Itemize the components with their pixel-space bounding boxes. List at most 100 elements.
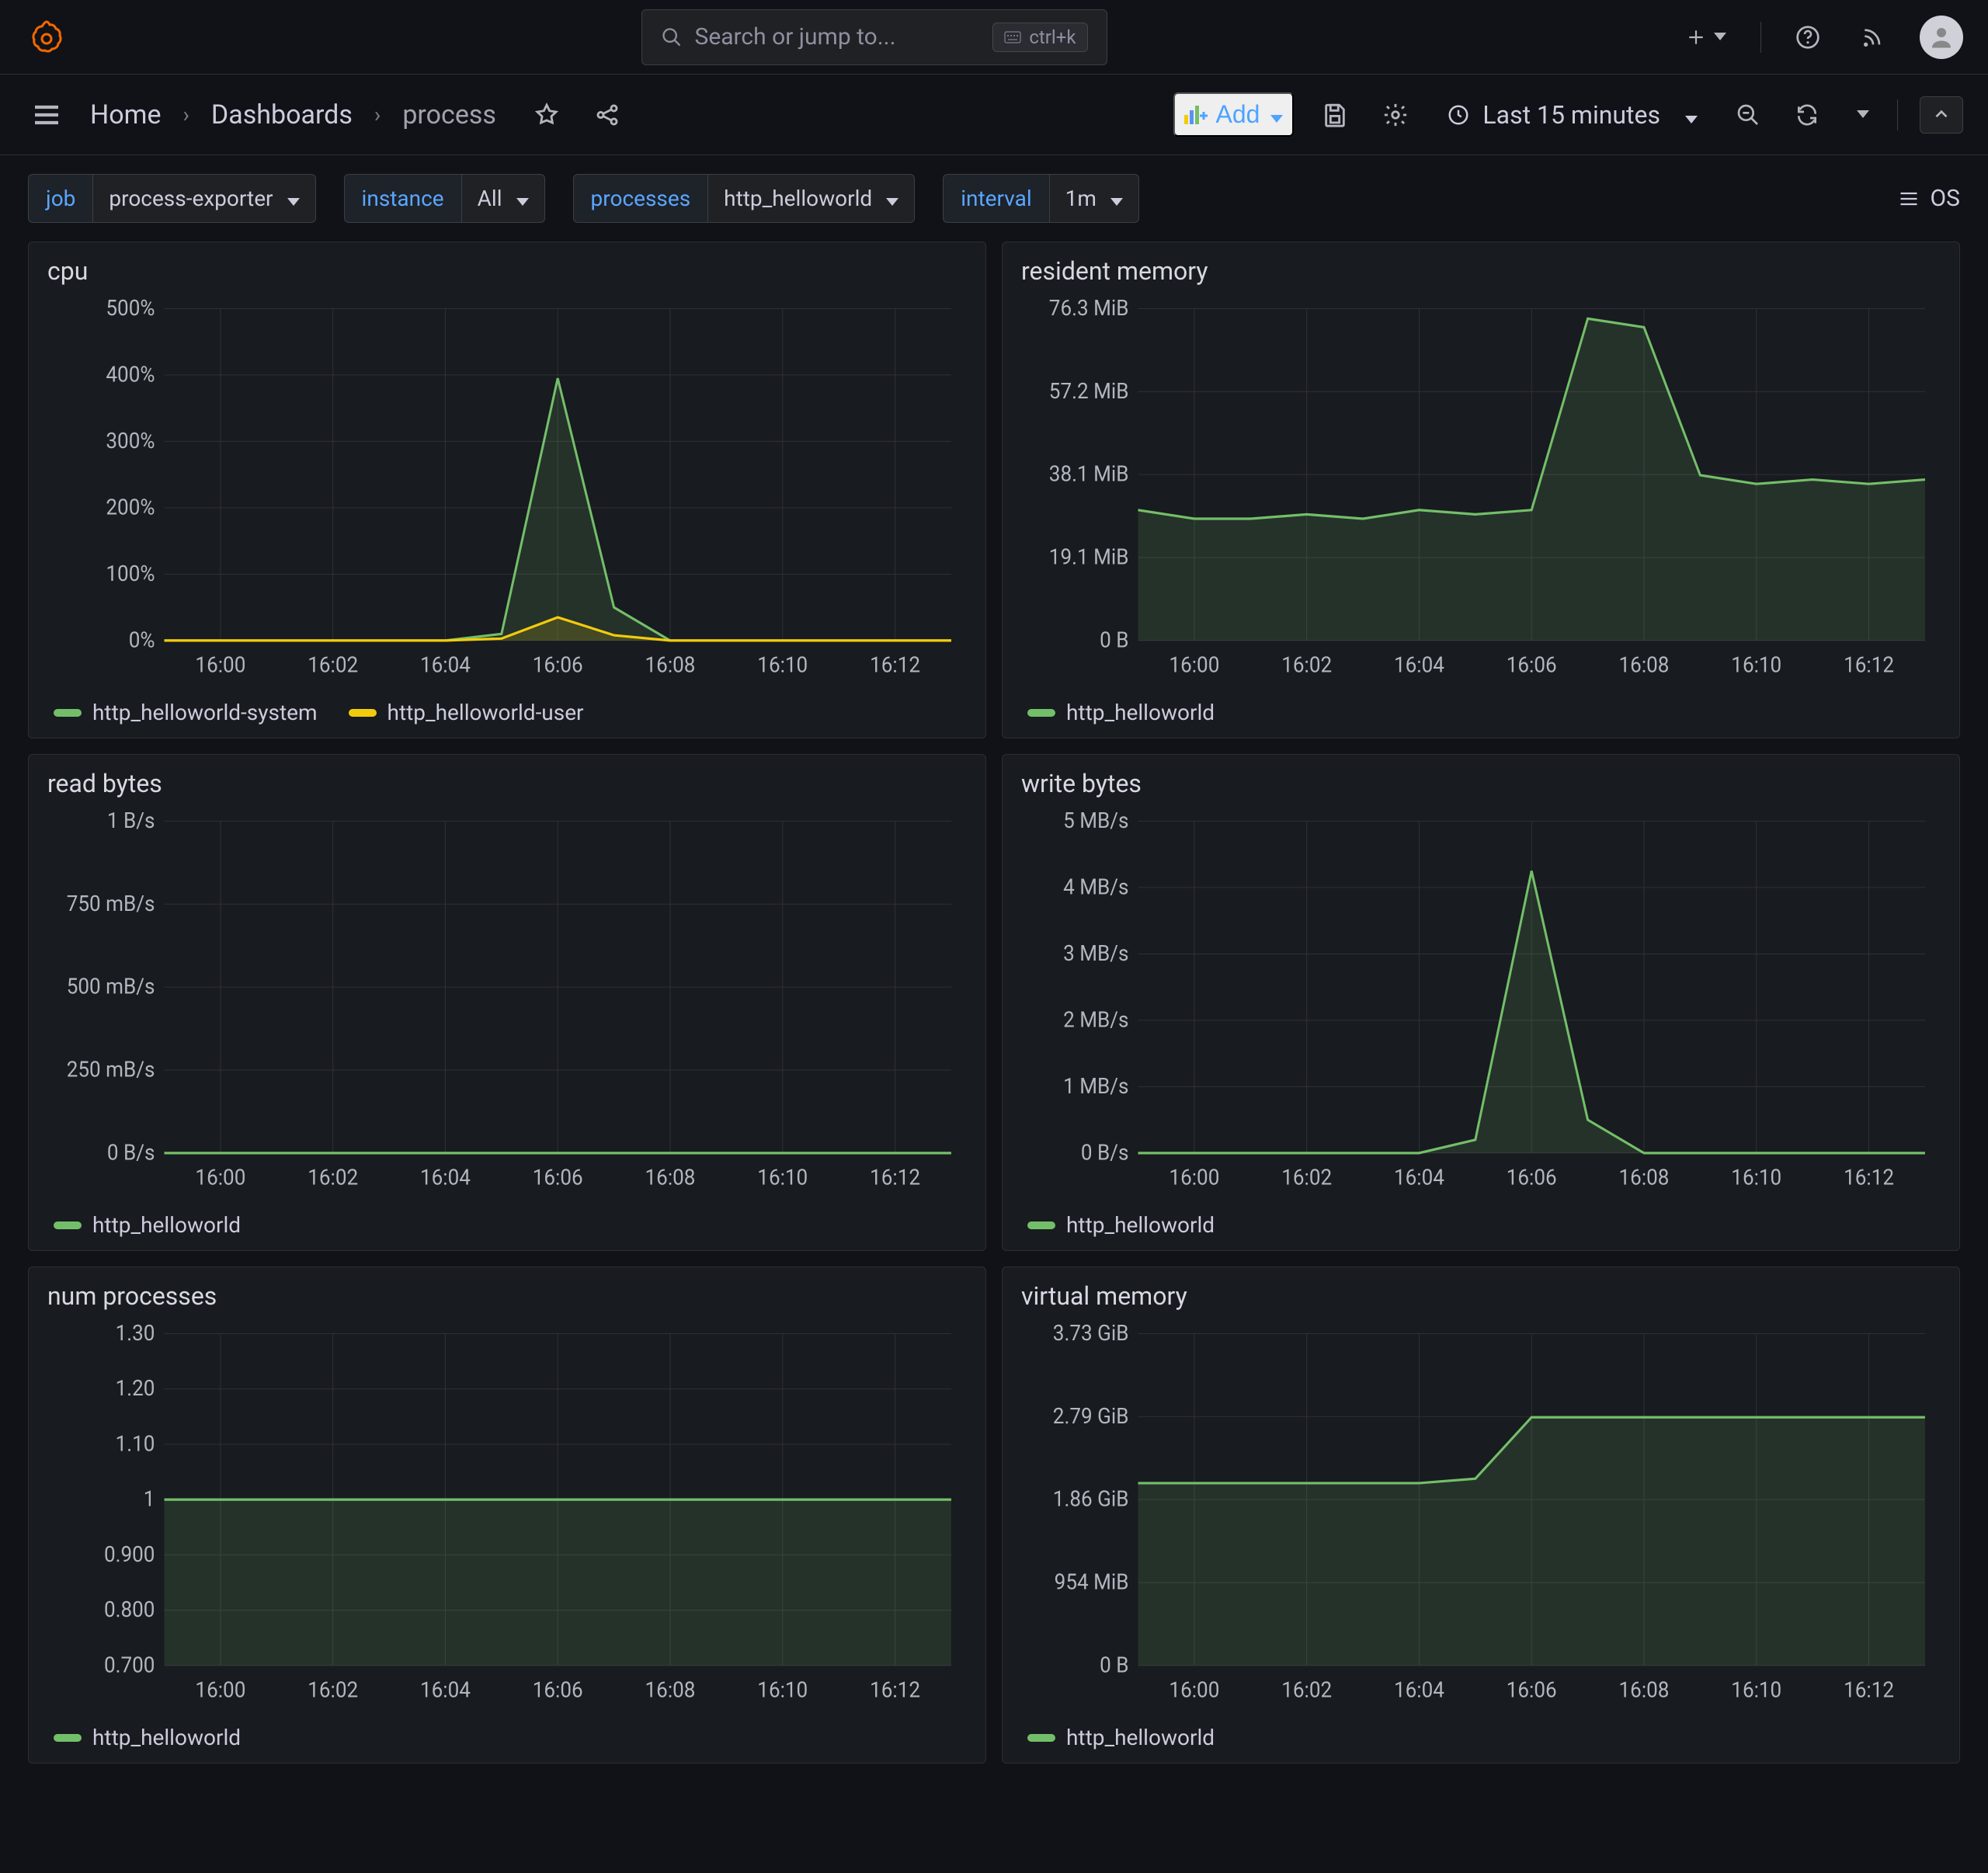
panel-write_bytes[interactable]: write bytes0 B/s1 MB/s2 MB/s3 MB/s4 MB/s… <box>1002 754 1960 1251</box>
svg-text:16:12: 16:12 <box>870 1165 920 1190</box>
news-button[interactable] <box>1854 19 1892 56</box>
svg-text:16:08: 16:08 <box>1619 652 1670 678</box>
breadcrumb-current: process <box>402 99 496 130</box>
legend-swatch <box>1027 1734 1055 1742</box>
svg-text:16:12: 16:12 <box>870 652 920 678</box>
svg-text:1.86 GiB: 1.86 GiB <box>1053 1486 1129 1512</box>
legend-label: http_helloworld <box>92 1212 241 1238</box>
top-bar: Search or jump to... ctrl+k <box>0 0 1988 75</box>
svg-text:0 B/s: 0 B/s <box>107 1140 155 1166</box>
global-search[interactable]: Search or jump to... ctrl+k <box>641 9 1107 65</box>
svg-text:400%: 400% <box>106 362 155 387</box>
help-button[interactable] <box>1789 19 1826 56</box>
var-interval-select[interactable]: 1m <box>1049 174 1139 223</box>
time-range-picker[interactable]: Last 15 minutes <box>1437 93 1708 137</box>
svg-text:16:10: 16:10 <box>1731 652 1781 678</box>
chevron-down-icon <box>1854 109 1869 120</box>
svg-text:500%: 500% <box>106 295 155 321</box>
panel-read_bytes[interactable]: read bytes0 B/s250 mB/s500 mB/s750 mB/s1… <box>28 754 986 1251</box>
chevron-right-icon: › <box>374 102 381 127</box>
legend-item[interactable]: http_helloworld <box>54 1725 241 1750</box>
panel-resident_memory[interactable]: resident memory 0 B19.1 MiB38.1 MiB57.2 M… <box>1002 242 1960 738</box>
panel-num_processes[interactable]: num processes0.7000.8000.90011.101.201.3… <box>28 1267 986 1764</box>
svg-text:16:02: 16:02 <box>1281 652 1332 678</box>
add-panel-button[interactable]: Add <box>1173 92 1294 137</box>
svg-text:1.30: 1.30 <box>116 1320 155 1346</box>
variables-bar: job process-exporter instance All proces… <box>0 155 1988 242</box>
keyboard-icon <box>1004 31 1021 43</box>
svg-text:0%: 0% <box>129 627 155 653</box>
legend-item[interactable]: http_helloworld <box>54 1212 241 1238</box>
grafana-logo[interactable] <box>25 16 68 59</box>
svg-text:500 mB/s: 500 mB/s <box>67 974 155 999</box>
var-processes-label: processes <box>573 174 708 223</box>
chart-area[interactable]: 0 B19.1 MiB38.1 MiB57.2 MiB76.3 MiB16:00… <box>1021 292 1941 690</box>
chart-area[interactable]: 0%100%200%300%400%500%16:0016:0216:0416:… <box>47 292 967 690</box>
legend: http_helloworld <box>1021 1203 1941 1241</box>
legend: http_helloworld-system http_helloworld-us… <box>47 690 967 728</box>
breadcrumb-home[interactable]: Home <box>90 99 162 130</box>
svg-text:16:00: 16:00 <box>195 1677 245 1703</box>
chevron-down-icon <box>513 186 529 211</box>
legend-item[interactable]: http_helloworld-system <box>54 700 318 725</box>
svg-text:100%: 100% <box>106 561 155 586</box>
legend: http_helloworld <box>1021 690 1941 728</box>
chart-area[interactable]: 0 B954 MiB1.86 GiB2.79 GiB3.73 GiB16:001… <box>1021 1317 1941 1715</box>
star-button[interactable] <box>527 96 566 134</box>
refresh-button[interactable] <box>1788 96 1826 134</box>
share-button[interactable] <box>588 96 627 134</box>
svg-text:16:12: 16:12 <box>1844 1165 1894 1190</box>
var-processes-select[interactable]: http_helloworld <box>707 174 915 223</box>
var-job-select[interactable]: process-exporter <box>92 174 315 223</box>
svg-text:19.1 MiB: 19.1 MiB <box>1049 544 1129 570</box>
panel-title: resident memory <box>1021 256 1941 286</box>
svg-text:16:08: 16:08 <box>1619 1165 1670 1190</box>
svg-text:300%: 300% <box>106 428 155 453</box>
refresh-interval-button[interactable] <box>1847 103 1875 127</box>
chart-area[interactable]: 0.7000.8000.90011.101.201.3016:0016:0216… <box>47 1317 967 1715</box>
user-avatar[interactable] <box>1920 16 1963 59</box>
kiosk-toggle-button[interactable] <box>1920 96 1963 134</box>
chart-area[interactable]: 0 B/s250 mB/s500 mB/s750 mB/s1 B/s16:001… <box>47 804 967 1203</box>
svg-text:16:04: 16:04 <box>1394 652 1444 678</box>
var-instance-label: instance <box>344 174 461 223</box>
legend-label: http_helloworld-user <box>388 700 584 725</box>
legend-swatch <box>54 1734 82 1742</box>
svg-text:3.73 GiB: 3.73 GiB <box>1053 1320 1129 1346</box>
svg-text:0.800: 0.800 <box>104 1597 155 1622</box>
save-button[interactable] <box>1315 96 1354 134</box>
panel-title: num processes <box>47 1281 967 1311</box>
legend-swatch <box>54 709 82 717</box>
svg-text:16:08: 16:08 <box>1619 1677 1670 1703</box>
os-dashboard-link[interactable]: OS <box>1898 185 1960 212</box>
legend-item[interactable]: http_helloworld-user <box>349 700 584 725</box>
divider <box>1897 99 1898 130</box>
panel-cpu[interactable]: cpu0%100%200%300%400%500%16:0016:0216:04… <box>28 242 986 738</box>
panel-virtual_memory[interactable]: virtual memory0 B954 MiB1.86 GiB2.79 GiB… <box>1002 1267 1960 1764</box>
legend-item[interactable]: http_helloworld <box>1027 700 1215 725</box>
svg-text:4 MB/s: 4 MB/s <box>1063 874 1128 900</box>
svg-text:16:00: 16:00 <box>1169 652 1219 678</box>
clock-icon <box>1447 103 1470 127</box>
legend-swatch <box>349 709 377 717</box>
legend-item[interactable]: http_helloworld <box>1027 1212 1215 1238</box>
svg-text:16:04: 16:04 <box>420 1165 471 1190</box>
breadcrumb-dashboards[interactable]: Dashboards <box>211 99 353 130</box>
svg-text:16:06: 16:06 <box>533 652 583 678</box>
svg-text:16:00: 16:00 <box>195 1165 245 1190</box>
dock-menu-button[interactable] <box>25 93 68 137</box>
panel-title: virtual memory <box>1021 1281 1941 1311</box>
svg-text:16:06: 16:06 <box>1507 1165 1557 1190</box>
panel-grid: cpu0%100%200%300%400%500%16:0016:0216:04… <box>0 242 1988 1791</box>
settings-button[interactable] <box>1376 96 1415 134</box>
svg-text:954 MiB: 954 MiB <box>1055 1569 1129 1595</box>
search-shortcut: ctrl+k <box>992 23 1087 52</box>
zoom-out-button[interactable] <box>1729 96 1767 134</box>
var-instance-select[interactable]: All <box>461 174 545 223</box>
legend-item[interactable]: http_helloworld <box>1027 1725 1215 1750</box>
chevron-down-icon <box>1107 186 1123 211</box>
chart-area[interactable]: 0 B/s1 MB/s2 MB/s3 MB/s4 MB/s5 MB/s16:00… <box>1021 804 1941 1203</box>
svg-text:16:04: 16:04 <box>1394 1165 1444 1190</box>
new-menu-button[interactable] <box>1680 21 1733 54</box>
legend: http_helloworld <box>47 1715 967 1753</box>
